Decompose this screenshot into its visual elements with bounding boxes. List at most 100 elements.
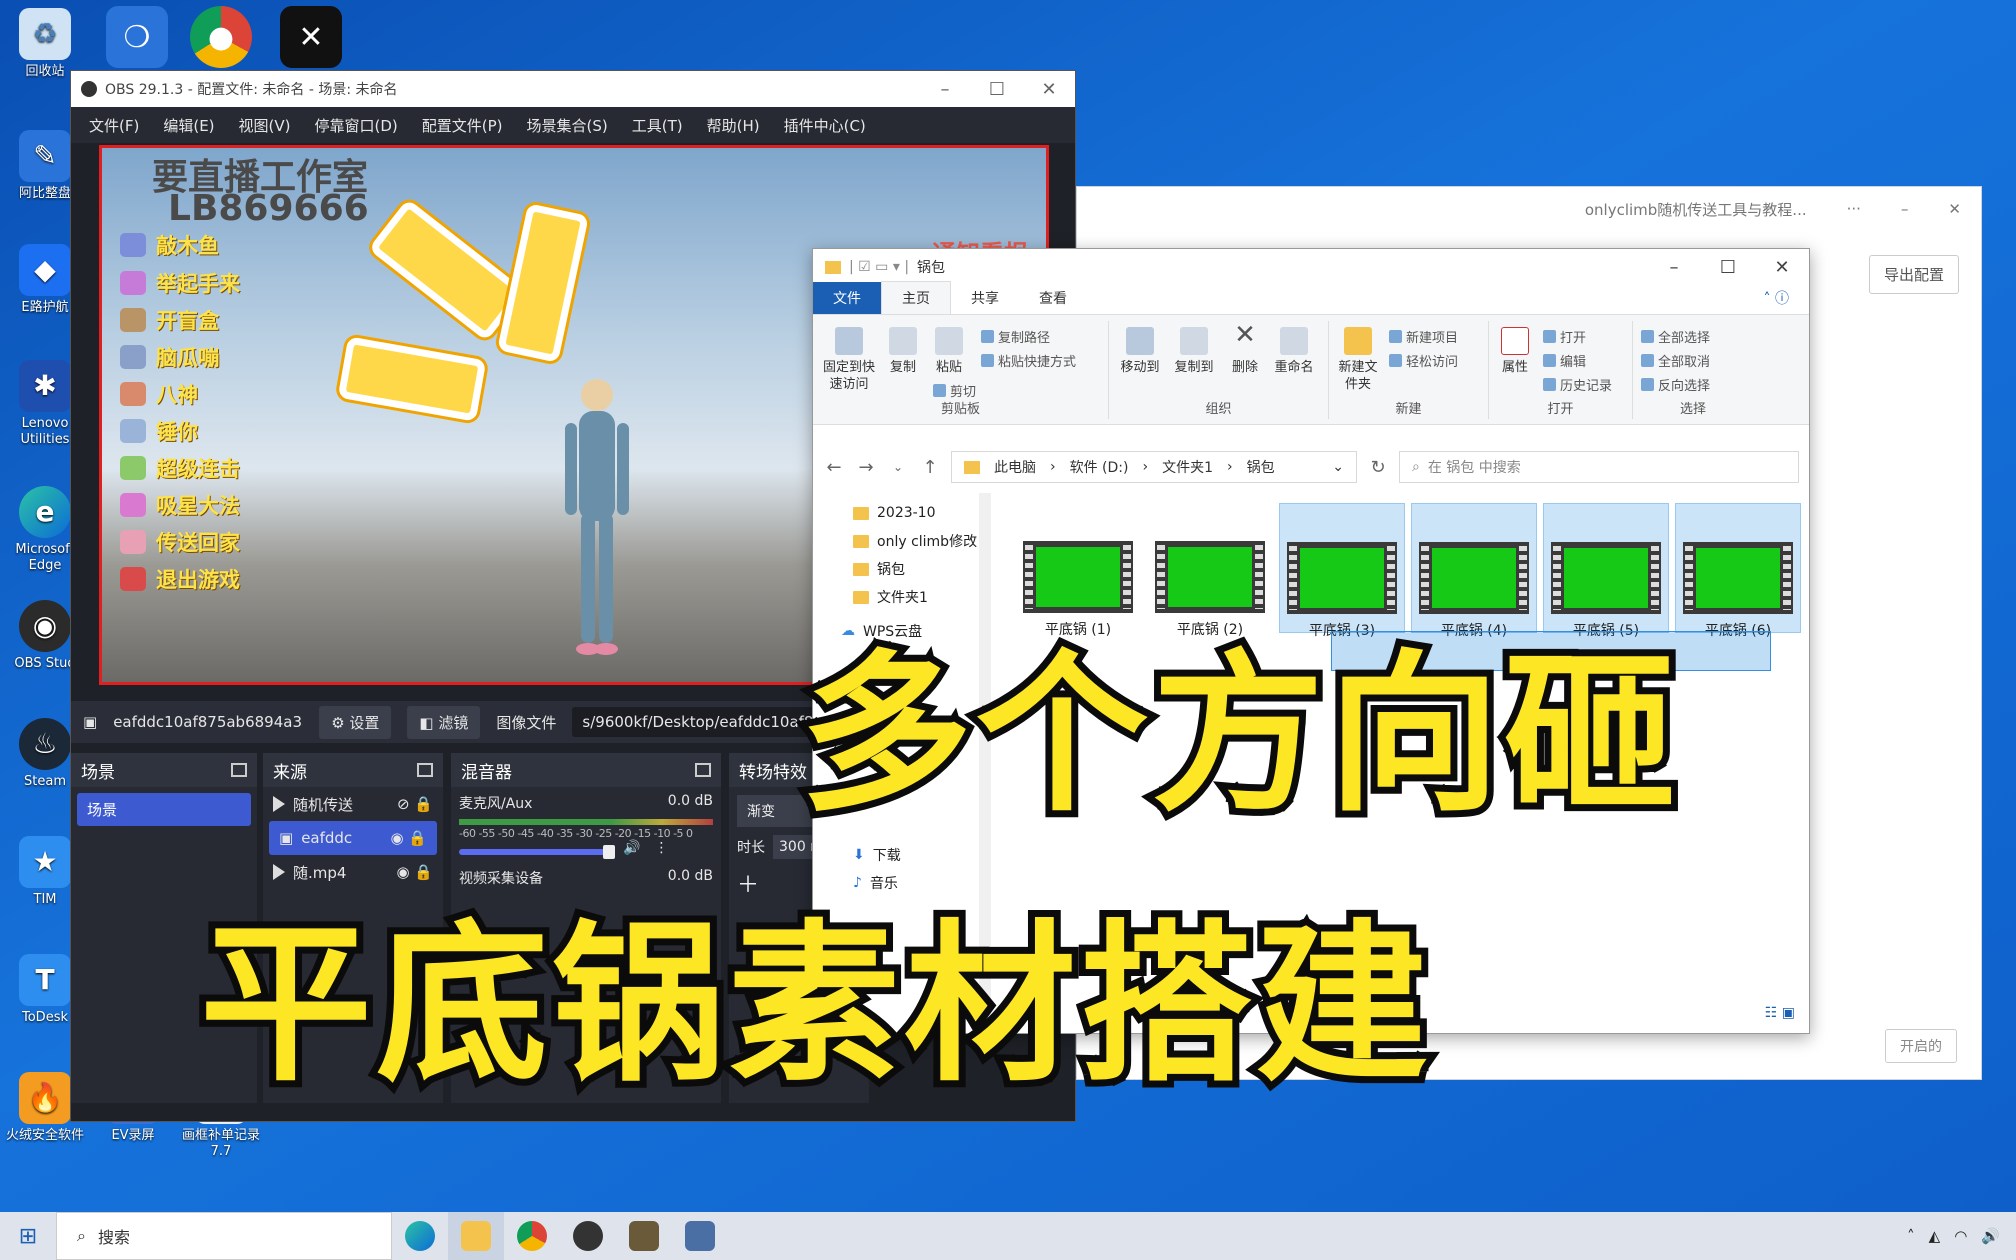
chevron-down-icon[interactable]: ⌄ [887, 460, 909, 474]
eye-hidden-icon[interactable]: ⊘ 🔒 [397, 795, 433, 813]
address-bar[interactable]: 此电脑 › 软件 (D:) › 文件夹1 › 锅包 ⌄ [951, 451, 1357, 483]
volume-slider[interactable] [459, 845, 615, 859]
copy-button[interactable]: 复制 [883, 327, 923, 376]
minimize-icon[interactable]: – [1647, 257, 1701, 278]
taskbar-obs[interactable] [560, 1212, 616, 1260]
paste-shortcut-button[interactable]: 粘贴快捷方式 [981, 351, 1076, 370]
settings-button[interactable]: ⚙ 设置 [319, 705, 392, 739]
back-icon[interactable]: ← [823, 457, 845, 478]
new-folder-button[interactable]: 新建文件夹 [1335, 327, 1381, 393]
nav-item[interactable]: 锅包 [813, 555, 977, 583]
menu-docks[interactable]: 停靠窗口(D) [305, 115, 408, 136]
forward-icon[interactable]: → [855, 457, 877, 478]
menu-profile[interactable]: 配置文件(P) [412, 115, 513, 136]
taskbar-explorer[interactable] [448, 1212, 504, 1260]
nav-item[interactable]: ⬇ 下载 [813, 841, 977, 869]
undock-icon[interactable] [695, 763, 711, 777]
wifi-icon[interactable]: ◠ [1954, 1227, 1967, 1245]
chevron-down-icon[interactable]: ⌄ [1332, 459, 1344, 475]
filters-button[interactable]: ◧ 滤镜 [407, 705, 481, 739]
select-all-button[interactable]: 全部选择 [1641, 327, 1710, 346]
menu-edit[interactable]: 编辑(E) [153, 115, 224, 136]
menu-tools[interactable]: 工具(T) [622, 115, 693, 136]
refresh-icon[interactable]: ↻ [1367, 457, 1389, 478]
minimize-icon[interactable]: – [919, 79, 971, 100]
capcut-icon[interactable]: ✕ [280, 6, 342, 68]
breadcrumb-item[interactable]: 文件夹1 [1162, 457, 1213, 477]
taskbar-edge[interactable] [392, 1212, 448, 1260]
edit-button[interactable]: 编辑 [1543, 351, 1586, 370]
tab-file[interactable]: 文件 [813, 282, 881, 314]
more-icon[interactable]: ⋮ [654, 840, 668, 856]
speaker-icon[interactable]: 🔊 [1981, 1227, 2000, 1245]
file-item[interactable]: 平底锅 (4) [1411, 503, 1537, 639]
nav-item[interactable]: 文件夹1 [813, 583, 977, 611]
copy-path-button[interactable]: 复制路径 [981, 327, 1050, 346]
view-toggle-icons[interactable]: ☷ ▣ [1765, 1005, 1795, 1021]
help-icon[interactable]: ˄ ⓘ [1744, 282, 1809, 314]
taskbar-chrome[interactable] [504, 1212, 560, 1260]
eye-icon[interactable]: ◉ 🔒 [396, 863, 433, 881]
chevron-up-icon[interactable]: ˄ [1907, 1227, 1915, 1245]
maximize-icon[interactable]: ☐ [971, 79, 1023, 100]
source-row[interactable]: 随机传送 ⊘ 🔒 [263, 787, 443, 821]
minimize-icon[interactable]: – [1901, 200, 1909, 218]
rename-button[interactable]: 重命名 [1269, 327, 1319, 376]
nav-item[interactable]: ♪ 音乐 [813, 869, 977, 897]
file-item[interactable]: 平底锅 (3) [1279, 503, 1405, 639]
properties-button[interactable]: 属性 [1495, 327, 1535, 376]
speaker-icon[interactable]: 🔊 [623, 840, 640, 856]
invert-selection-button[interactable]: 反向选择 [1641, 375, 1710, 394]
menu-help[interactable]: 帮助(H) [697, 115, 770, 136]
open-button[interactable]: 打开 [1543, 327, 1586, 346]
source-row[interactable]: ▣ eafddc ◉ 🔒 [269, 821, 437, 855]
new-item-button[interactable]: 新建项目 [1389, 327, 1458, 346]
tab-home[interactable]: 主页 [881, 281, 951, 314]
tab-view[interactable]: 查看 [1019, 282, 1087, 314]
source-row[interactable]: 随.mp4 ◉ 🔒 [263, 855, 443, 889]
maximize-icon[interactable]: ☐ [1701, 257, 1755, 278]
quick-access-toolbar[interactable]: | ☑ ▭ ▾ | [849, 259, 909, 275]
undock-icon[interactable] [417, 763, 433, 777]
delete-button[interactable]: ✕ 删除 [1223, 322, 1267, 376]
tab-share[interactable]: 共享 [951, 282, 1019, 314]
pin-button[interactable]: 固定到快速访问 [819, 327, 879, 393]
image-path-field[interactable]: s/9600kf/Desktop/eafddc10af875 [572, 707, 833, 737]
open-button[interactable]: 开启的 [1885, 1029, 1957, 1063]
taskbar-game[interactable] [616, 1212, 672, 1260]
file-item[interactable]: 平底锅 (1) [1015, 503, 1141, 638]
eye-icon[interactable]: ◉ 🔒 [390, 829, 427, 847]
chrome-icon[interactable]: ● [190, 6, 252, 68]
start-button[interactable]: ⊞ [0, 1212, 56, 1260]
more-icon[interactable]: ··· [1847, 200, 1861, 218]
undock-icon[interactable] [231, 763, 247, 777]
menu-view[interactable]: 视图(V) [229, 115, 301, 136]
taskbar-tool[interactable] [672, 1212, 728, 1260]
file-item[interactable]: 平底锅 (6) [1675, 503, 1801, 639]
app-icon-1[interactable]: ❍ [106, 6, 168, 68]
nav-item[interactable]: 2023-10 [813, 499, 977, 527]
close-icon[interactable]: ✕ [1023, 79, 1075, 100]
breadcrumb-item[interactable]: 此电脑 [994, 457, 1036, 477]
file-item[interactable]: 平底锅 (2) [1147, 503, 1273, 638]
network-icon[interactable]: ◭ [1929, 1227, 1941, 1245]
paste-button[interactable]: 粘贴 [929, 327, 969, 376]
search-box[interactable]: ⌕ 在 锅包 中搜索 [1399, 451, 1799, 483]
close-icon[interactable]: ✕ [1755, 257, 1809, 278]
up-icon[interactable]: ↑ [919, 457, 941, 478]
scene-item[interactable]: 场景 [77, 793, 251, 826]
menu-plugins[interactable]: 插件中心(C) [774, 115, 876, 136]
breadcrumb-item[interactable]: 软件 (D:) [1070, 457, 1129, 477]
close-icon[interactable]: ✕ [1948, 200, 1961, 218]
menu-scene-collection[interactable]: 场景集合(S) [517, 115, 618, 136]
file-item[interactable]: 平底锅 (5) [1543, 503, 1669, 639]
history-button[interactable]: 历史记录 [1543, 375, 1612, 394]
select-none-button[interactable]: 全部取消 [1641, 351, 1710, 370]
nav-item[interactable]: only climb修改器 [813, 527, 977, 555]
breadcrumb-item[interactable]: 锅包 [1247, 457, 1275, 477]
copy-to-button[interactable]: 复制到 [1169, 327, 1219, 376]
easy-access-button[interactable]: 轻松访问 [1389, 351, 1458, 370]
menu-file[interactable]: 文件(F) [79, 115, 149, 136]
taskbar-search[interactable]: ⌕ 搜索 [56, 1212, 392, 1260]
move-to-button[interactable]: 移动到 [1115, 327, 1165, 376]
